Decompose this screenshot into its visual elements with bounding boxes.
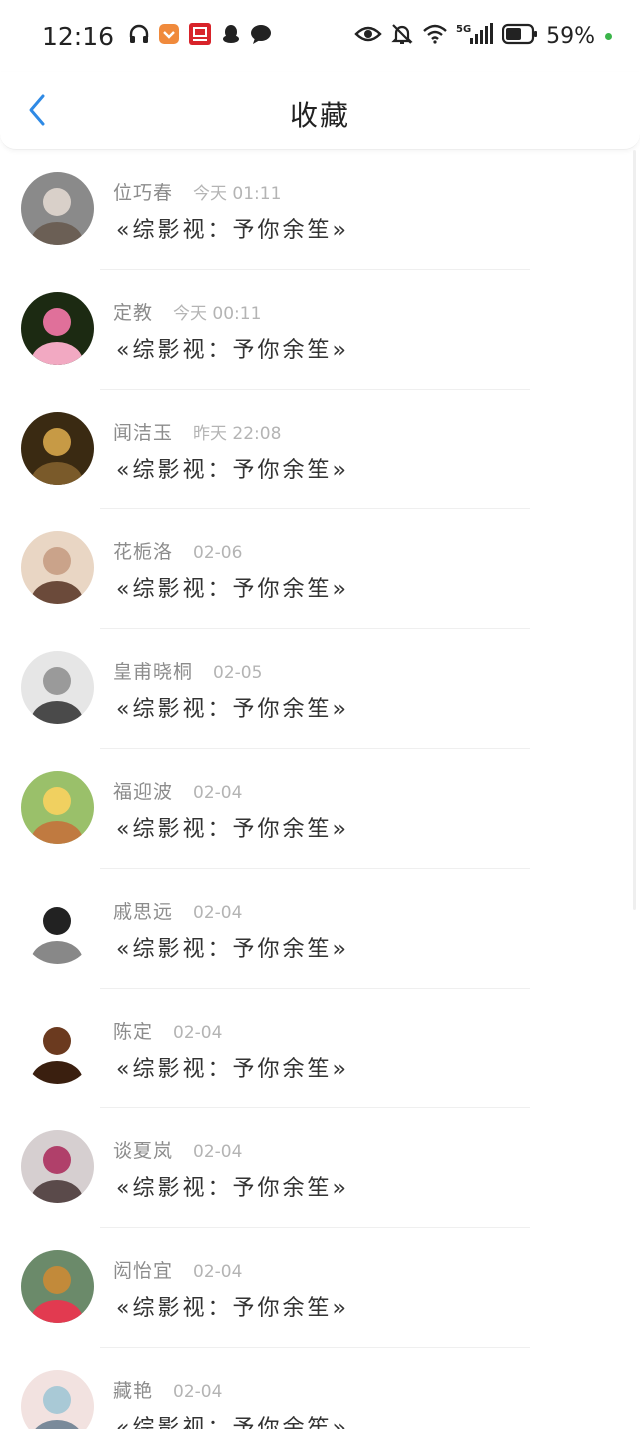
favorite-meta: 闳怡宜 02-04 [113,1256,242,1283]
favorite-meta: 谈夏岚 02-04 [113,1136,242,1163]
favorite-meta: 戚思远 02-04 [113,897,242,924]
book-title[interactable]: «综影视：予你余笙» [116,212,349,244]
book-title[interactable]: «综影视：予你余笙» [116,571,349,603]
user-name[interactable]: 陈定 [113,1017,153,1044]
user-name[interactable]: 位巧春 [113,178,173,205]
favorite-item[interactable]: 戚思远 02-04 «综影视：予你余笙» [0,869,640,989]
user-name[interactable]: 皇甫晓桐 [113,657,193,684]
favorite-time: 昨天 22:08 [193,423,282,444]
book-title[interactable]: «综影视：予你余笙» [116,811,349,843]
avatar[interactable] [21,1130,94,1204]
avatar[interactable] [21,770,94,844]
book-title[interactable]: «综影视：予你余笙» [116,691,349,723]
signal-5g-icon: 5G [456,22,494,50]
favorite-item[interactable]: 福迎波 02-04 «综影视：予你余笙» [0,749,640,869]
favorite-meta: 定教 今天 00:11 [113,298,261,325]
avatar[interactable] [21,1010,94,1084]
book-title[interactable]: «综影视：予你余笙» [116,1170,349,1202]
wifi-icon [422,24,448,48]
favorite-meta: 陈定 02-04 [113,1017,222,1044]
favorite-item[interactable]: 位巧春 今天 01:11 «综影视：予你余笙» [0,150,640,270]
avatar[interactable] [21,531,94,605]
favorite-item[interactable]: 闻洁玉 昨天 22:08 «综影视：予你余笙» [0,390,640,510]
bell-muted-icon [390,22,414,50]
notification-icons [128,22,272,50]
status-bar: 12:16 5G 59% [0,0,640,72]
user-name[interactable]: 藏艳 [113,1376,153,1403]
book-title[interactable]: «综影视：予你余笙» [116,1051,349,1083]
favorite-meta: 福迎波 02-04 [113,777,242,804]
battery-percent: 59% [546,23,595,49]
favorite-time: 02-04 [193,1262,243,1283]
favorite-time: 02-05 [213,663,263,684]
favorite-time: 今天 00:11 [173,303,262,324]
user-name[interactable]: 戚思远 [113,897,173,924]
favorite-item[interactable]: 谈夏岚 02-04 «综影视：予你余笙» [0,1108,640,1229]
favorites-list: 位巧春 今天 01:11 «综影视：予你余笙» 定教 今天 00:11 «综影视… [0,150,640,1429]
avatar[interactable] [21,291,94,365]
avatar[interactable] [21,411,94,485]
clock: 12:16 [42,21,115,51]
avatar[interactable] [21,890,94,964]
favorite-item[interactable]: 藏艳 02-04 «综影视：予你余笙» [0,1348,640,1429]
favorite-time: 02-06 [193,543,243,564]
status-left: 12:16 [42,22,272,51]
favorite-time: 02-04 [173,1381,223,1402]
user-name[interactable]: 花栀洛 [113,537,173,564]
page-title: 收藏 [289,99,350,132]
avatar[interactable] [21,1250,94,1324]
favorite-time: 02-04 [193,1142,243,1163]
favorite-meta: 藏艳 02-04 [113,1376,222,1403]
eye-icon [354,24,382,48]
user-name[interactable]: 闳怡宜 [113,1256,173,1283]
favorite-time: 02-04 [173,1022,223,1043]
scrollbar[interactable] [633,150,636,910]
user-name[interactable]: 定教 [113,298,153,325]
favorite-item[interactable]: 皇甫晓桐 02-05 «综影视：予你余笙» [0,629,640,749]
qq-icon [220,23,242,49]
favorite-time: 02-04 [193,782,243,803]
favorite-meta: 位巧春 今天 01:11 [113,178,281,205]
avatar[interactable] [21,651,94,725]
favorite-meta: 花栀洛 02-06 [113,537,242,564]
taobao-icon [188,22,212,50]
privacy-indicator-dot [605,32,612,40]
book-title[interactable]: «综影视：予你余笙» [116,332,349,364]
user-name[interactable]: 谈夏岚 [113,1136,173,1163]
book-title[interactable]: «综影视：予你余笙» [116,1410,349,1429]
favorite-item[interactable]: 定教 今天 00:11 «综影视：予你余笙» [0,270,640,390]
battery-icon [501,23,538,49]
book-title[interactable]: «综影视：予你余笙» [116,452,349,484]
user-name[interactable]: 福迎波 [113,777,173,804]
headphones-icon [128,23,150,49]
book-title[interactable]: «综影视：予你余笙» [116,1290,349,1322]
avatar[interactable] [21,172,94,245]
chat-bubble-icon [250,23,272,49]
taobao-coupon-icon [158,23,180,49]
nav-header: 收藏 [0,72,640,150]
avatar[interactable] [21,1369,94,1429]
user-name[interactable]: 闻洁玉 [113,418,173,445]
favorite-item[interactable]: 花栀洛 02-06 «综影视：予你余笙» [0,509,640,630]
book-title[interactable]: «综影视：予你余笙» [116,931,349,963]
status-right: 5G 59% [354,22,612,50]
favorite-item[interactable]: 陈定 02-04 «综影视：予你余笙» [0,989,640,1109]
favorite-meta: 皇甫晓桐 02-05 [113,657,262,684]
favorite-time: 今天 01:11 [193,184,282,204]
favorite-meta: 闻洁玉 昨天 22:08 [113,418,281,445]
favorite-item[interactable]: 闳怡宜 02-04 «综影视：予你余笙» [0,1228,640,1348]
svg-text:5G: 5G [456,24,471,35]
favorite-time: 02-04 [193,902,243,923]
